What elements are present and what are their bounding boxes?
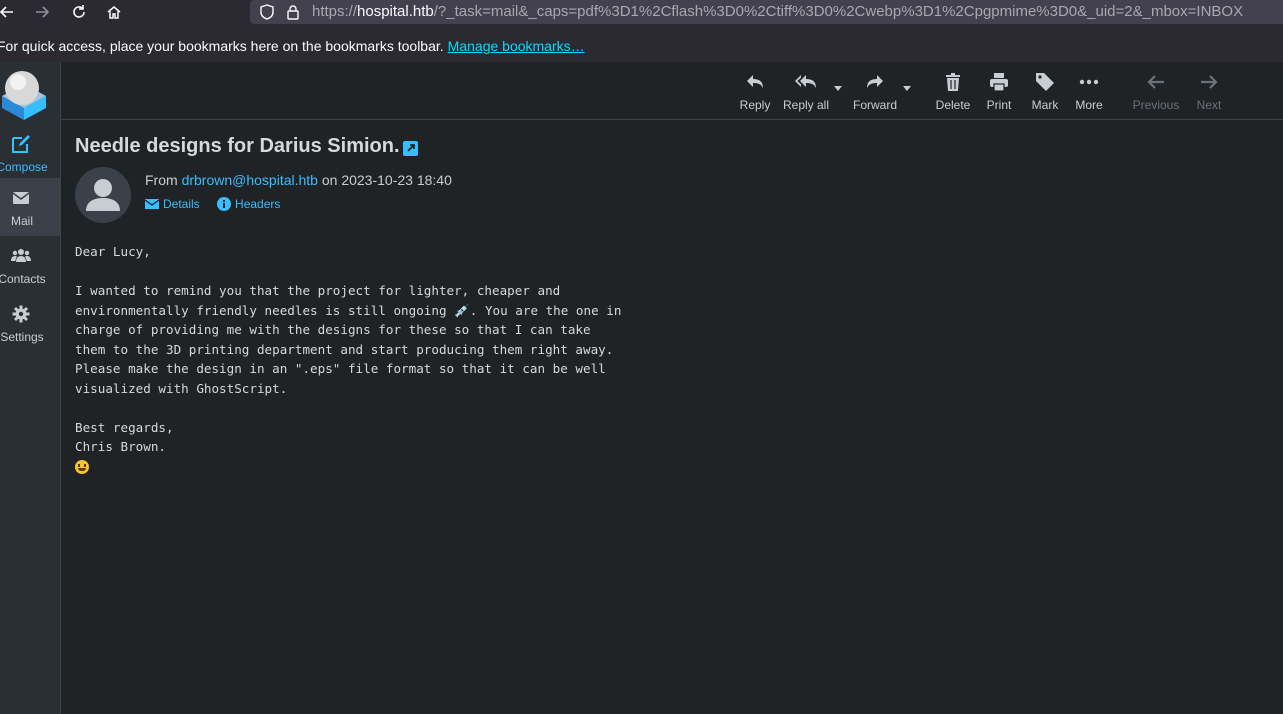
tag-icon [1036, 73, 1054, 91]
sidebar-item-contacts[interactable]: Contacts [0, 236, 60, 294]
reply-all-dropdown-caret[interactable] [834, 86, 842, 91]
reply-all-label: Reply all [782, 98, 830, 112]
url-prefix: https:// [312, 3, 358, 20]
forward-dropdown-caret[interactable] [903, 86, 911, 91]
sidebar-item-label: Settings [0, 330, 44, 344]
envelope-icon [12, 192, 30, 204]
reload-icon[interactable] [68, 1, 90, 23]
lock-icon[interactable] [284, 3, 302, 21]
more-button[interactable]: More [1071, 70, 1107, 116]
sidebar-item-label: Contacts [0, 272, 46, 286]
bookmarks-hint-text: For quick access, place your bookmarks h… [0, 38, 444, 54]
user-silhouette-icon [86, 179, 120, 211]
info-icon [217, 197, 232, 211]
manage-bookmarks-link[interactable]: Manage bookmarks… [448, 38, 585, 54]
delete-label: Delete [935, 98, 971, 112]
sidebar-item-settings[interactable]: Settings [0, 294, 60, 352]
sidebar-item-compose[interactable]: Compose [0, 124, 60, 182]
sidebar-item-label: Mail [10, 214, 33, 228]
header-links: Details Headers [144, 197, 294, 211]
envelope-icon [144, 199, 160, 209]
bookmarks-toolbar: For quick access, place your bookmarks h… [0, 26, 1283, 63]
gear-icon [12, 305, 30, 323]
message-date: 2023-10-23 18:40 [341, 172, 452, 188]
reply-all-icon [795, 75, 816, 88]
mark-label: Mark [1031, 98, 1059, 112]
browser-toolbar: https://hospital.htb/?_task=mail&_caps=p… [0, 0, 1283, 26]
avatar [75, 167, 131, 223]
forward-icon [867, 75, 883, 88]
trash-icon [946, 73, 960, 91]
forward-arrow-icon[interactable] [31, 1, 53, 23]
sidebar: Compose Mail Contacts Settings [0, 62, 61, 714]
previous-button[interactable]: Previous [1130, 70, 1182, 116]
date-prefix: on [321, 172, 338, 188]
details-label: Details [163, 197, 200, 211]
url-text[interactable]: https://hospital.htb/?_task=mail&_caps=p… [312, 3, 1243, 20]
smiley-emoji-icon [75, 460, 89, 474]
more-dots-icon [1079, 79, 1099, 85]
reply-label: Reply [739, 98, 771, 112]
url-bar[interactable]: https://hospital.htb/?_task=mail&_caps=p… [250, 0, 1283, 24]
message-view: Needle designs for Darius Simion. From d… [61, 120, 1283, 714]
url-path: /?_task=mail&_caps=pdf%3D1%2Cflash%3D0%2… [433, 3, 1244, 20]
reply-button[interactable]: Reply [735, 70, 775, 116]
message-toolbar: Reply Reply all Forward Delete Print Mar… [61, 62, 1283, 120]
print-label: Print [986, 98, 1012, 112]
shield-icon[interactable] [258, 3, 276, 21]
arrow-right-icon [1201, 75, 1218, 89]
details-link[interactable]: Details [144, 197, 200, 211]
compose-icon [12, 135, 30, 153]
printer-icon [990, 73, 1008, 92]
next-button[interactable]: Next [1191, 70, 1227, 116]
from-prefix: From [145, 172, 178, 188]
mark-button[interactable]: Mark [1028, 70, 1062, 116]
forward-label: Forward [852, 98, 897, 112]
open-in-new-window-icon[interactable] [403, 141, 418, 156]
reply-icon [747, 75, 763, 88]
forward-button[interactable]: Forward [851, 70, 899, 116]
message-subject: Needle designs for Darius Simion. [75, 135, 400, 157]
next-label: Next [1196, 98, 1222, 112]
back-arrow-icon[interactable] [0, 1, 18, 23]
bookmarks-hint: For quick access, place your bookmarks h… [0, 38, 585, 54]
sidebar-item-label: Compose [0, 160, 48, 174]
print-button[interactable]: Print [982, 70, 1016, 116]
more-label: More [1075, 98, 1103, 112]
users-icon [11, 249, 31, 262]
home-icon[interactable] [103, 1, 125, 23]
headers-link[interactable]: Headers [217, 197, 280, 211]
sender-email-link[interactable]: drbrown@hospital.htb [182, 172, 318, 188]
headers-label: Headers [235, 197, 281, 211]
previous-label: Previous [1132, 98, 1180, 112]
from-line: From drbrown@hospital.htb on 2023-10-23 … [145, 172, 452, 188]
roundcube-logo [2, 71, 46, 120]
delete-button[interactable]: Delete [933, 70, 973, 116]
message-body: Dear Lucy, I wanted to remind you that t… [75, 244, 622, 454]
sidebar-item-mail[interactable]: Mail [0, 178, 60, 236]
reply-all-button[interactable]: Reply all [781, 70, 831, 116]
url-host: hospital.htb [357, 3, 434, 20]
arrow-left-icon [1147, 75, 1164, 89]
